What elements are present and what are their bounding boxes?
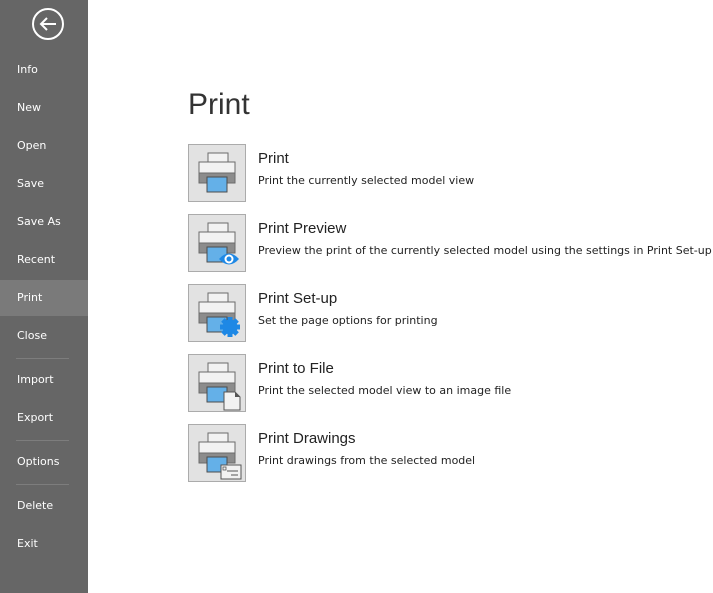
sidebar-item-save-as[interactable]: Save As — [0, 204, 88, 240]
option-tile[interactable] — [188, 214, 246, 272]
print-option-print-set-up[interactable]: Print Set-up Set the page options for pr… — [188, 284, 688, 342]
sidebar: Info New Open Save Save As Recent Print … — [0, 0, 88, 593]
page-title: Print — [188, 88, 250, 121]
sidebar-item-export[interactable]: Export — [0, 400, 88, 436]
option-tile[interactable] — [188, 354, 246, 412]
print-option-print-drawings[interactable]: Print Drawings Print drawings from the s… — [188, 424, 688, 482]
option-description: Print drawings from the selected model — [258, 454, 476, 467]
sidebar-item-exit[interactable]: Exit — [0, 526, 88, 562]
sidebar-item-options[interactable]: Options — [0, 444, 88, 480]
sidebar-item-print[interactable]: Print — [0, 280, 88, 316]
option-tile[interactable] — [188, 424, 246, 482]
sidebar-item-open[interactable]: Open — [0, 128, 88, 164]
printer-icon — [198, 152, 236, 193]
sidebar-item-new[interactable]: New — [0, 90, 88, 126]
option-description: Preview the print of the currently selec… — [258, 244, 712, 257]
printer-gear-icon — [198, 292, 240, 337]
sidebar-item-close[interactable]: Close — [0, 318, 88, 354]
option-description: Print the selected model view to an imag… — [258, 384, 512, 397]
option-title: Print to File — [258, 360, 334, 377]
sidebar-item-import[interactable]: Import — [0, 362, 88, 398]
divider — [16, 484, 69, 485]
print-option-print[interactable]: Print Print the currently selected model… — [188, 144, 688, 202]
sidebar-item-save[interactable]: Save — [0, 166, 88, 202]
option-title: Print Drawings — [258, 430, 356, 447]
option-title: Print Preview — [258, 220, 347, 237]
print-option-print-to-file[interactable]: Print to File Print the selected model v… — [188, 354, 688, 412]
printer-eye-icon — [198, 222, 239, 265]
divider — [16, 440, 69, 441]
option-description: Set the page options for printing — [258, 314, 438, 327]
option-title: Print — [258, 150, 289, 167]
back-button[interactable] — [32, 8, 64, 40]
divider — [16, 358, 69, 359]
print-option-print-preview[interactable]: Print Preview Preview the print of the c… — [188, 214, 712, 272]
option-description: Print the currently selected model view — [258, 174, 475, 187]
sidebar-item-delete[interactable]: Delete — [0, 488, 88, 524]
back-arrow-icon — [32, 8, 64, 40]
printer-file-icon — [198, 362, 241, 411]
option-tile[interactable] — [188, 284, 246, 342]
option-tile[interactable] — [188, 144, 246, 202]
sidebar-item-recent[interactable]: Recent — [0, 242, 88, 278]
sidebar-item-info[interactable]: Info — [0, 52, 88, 88]
option-title: Print Set-up — [258, 290, 338, 307]
printer-drawing-icon — [198, 432, 242, 480]
